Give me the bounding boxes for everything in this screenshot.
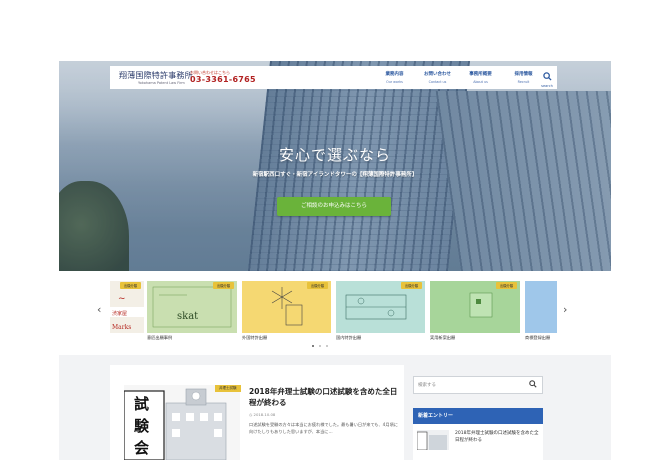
- carousel-next-icon[interactable]: ›: [563, 303, 567, 316]
- header-search-button[interactable]: search: [537, 66, 557, 89]
- header-bar: 翔薄国際特許事務所 Yokohama Patent Law Firm お問い合わ…: [110, 66, 557, 89]
- card-label[interactable]: 国内特許出願: [336, 335, 361, 341]
- carousel-dot[interactable]: [326, 345, 328, 347]
- tel-number[interactable]: 03-3361-6765: [190, 75, 256, 84]
- card-label[interactable]: 外国特許出願: [242, 335, 267, 341]
- recent-entry-thumbnail[interactable]: [417, 430, 449, 450]
- hero-title: 安心で選ぶなら: [278, 146, 391, 164]
- recent-entries-heading: 新着エントリー: [413, 408, 543, 424]
- category-badge: 出願分類: [400, 282, 422, 289]
- card-logo-text: skat: [177, 311, 199, 322]
- card-label[interactable]: 商標登録出願: [525, 335, 550, 341]
- carousel-dot[interactable]: [312, 345, 314, 347]
- hero-subtitle: 新宿駅西口すぐ・新宿アイランドタワーの【翔薄国際特許事務所】: [252, 172, 418, 178]
- article-thumbnail[interactable]: 試 験 会: [124, 385, 240, 460]
- site-logo[interactable]: 翔薄国際特許事務所: [119, 70, 193, 81]
- nav-item-recruit[interactable]: 採用情報 Recruit: [507, 71, 540, 84]
- carousel-card[interactable]: [525, 281, 557, 333]
- card-label[interactable]: 実用新案出願: [430, 335, 455, 341]
- category-badge: 出願分類: [119, 282, 141, 289]
- category-badge[interactable]: 弁理士試験: [215, 385, 241, 392]
- card-label[interactable]: 意匠出願事例: [147, 335, 172, 341]
- article-date: ◷ 2018.10.08: [249, 412, 276, 417]
- recent-entry-title[interactable]: 2018年弁理士試験の口述試験を含めた全日程が終わる: [455, 430, 539, 444]
- nav-item-about[interactable]: 事務所概要 About us: [464, 71, 497, 84]
- site-logo-subtitle: Yokohama Patent Law Firm: [138, 81, 185, 85]
- carousel-card[interactable]: 出願分類 skat: [147, 281, 237, 333]
- clock-icon: ◷: [249, 412, 253, 417]
- nav-item-contact[interactable]: お問い合わせ Contact us: [421, 71, 454, 84]
- category-badge: 出願分類: [212, 282, 234, 289]
- carousel-prev-icon[interactable]: ‹: [97, 303, 101, 316]
- svg-text:渋家屋: 渋家屋: [112, 310, 127, 317]
- carousel-card[interactable]: 出願分類: [336, 281, 425, 333]
- card-logo-text: Marks: [112, 324, 132, 331]
- sign-char: 試: [134, 395, 150, 413]
- svg-text:~: ~: [118, 294, 126, 304]
- category-badge: 出願分類: [495, 282, 517, 289]
- page: 翔薄国際特許事務所 Yokohama Patent Law Firm お問い合わ…: [0, 0, 670, 460]
- carousel-card[interactable]: 出願分類: [430, 281, 520, 333]
- building-image: [417, 430, 449, 450]
- carousel-card[interactable]: 出願分類: [242, 281, 331, 333]
- category-badge: 出願分類: [306, 282, 328, 289]
- main-nav: 業務内容 Our works お問い合わせ Contact us 事務所概要 A…: [378, 71, 550, 84]
- consultation-button[interactable]: ご相談のお申込みはこちら: [277, 197, 391, 216]
- article-excerpt: 口述試験を受験の方々は本当にお疲れ様でした。最も暑い日が来ても、4月頃に向けたし…: [249, 422, 398, 434]
- nav-item-services[interactable]: 業務内容 Our works: [378, 71, 411, 84]
- search-icon: [542, 72, 552, 81]
- carousel-pagination: [312, 345, 333, 347]
- sign-char: 会: [134, 439, 150, 457]
- search-placeholder: 検索する: [418, 383, 436, 388]
- hero-banner: [59, 61, 611, 271]
- sign-char: 験: [134, 417, 150, 435]
- search-icon[interactable]: [529, 380, 537, 388]
- carousel-card[interactable]: ~ 渋家屋 出願分類 Marks: [110, 281, 144, 333]
- card-image: [525, 281, 557, 333]
- carousel-dot[interactable]: [319, 345, 321, 347]
- article-title[interactable]: 2018年弁理士試験の口述試験を含めた全日程が終わる: [249, 386, 399, 408]
